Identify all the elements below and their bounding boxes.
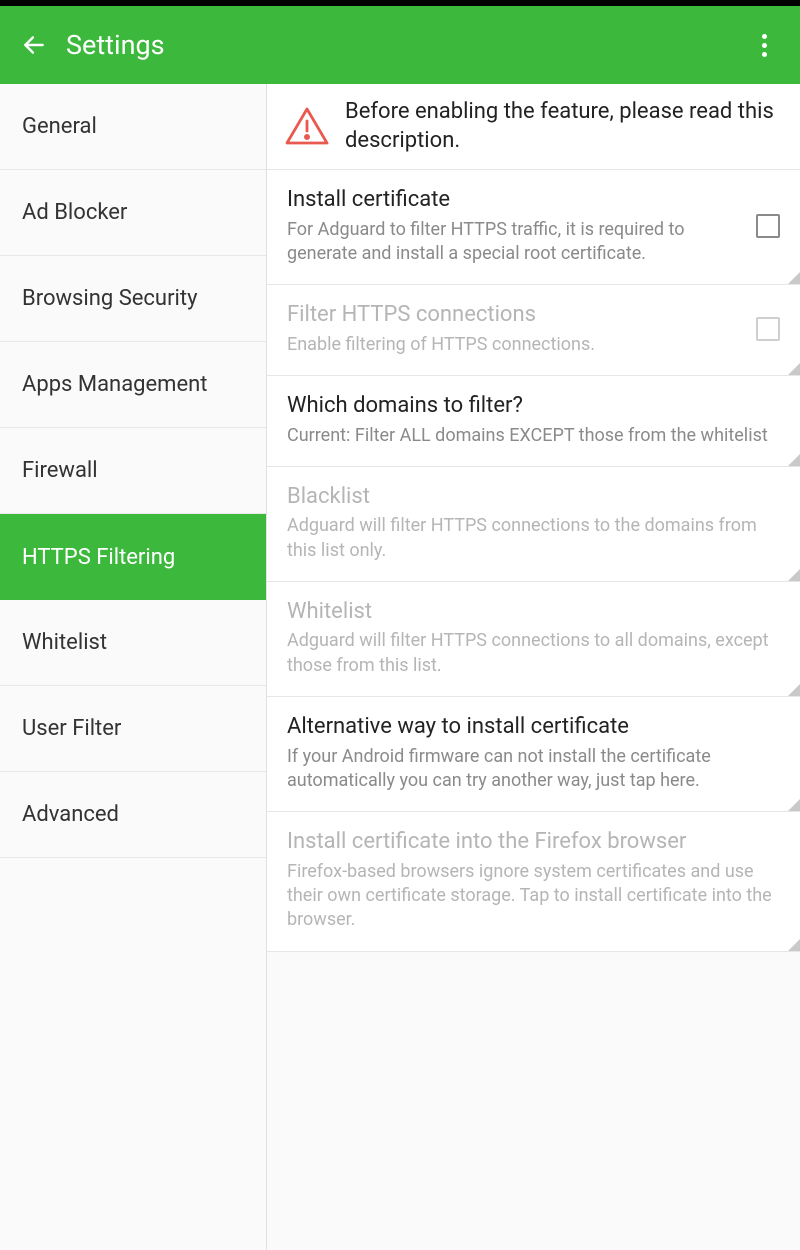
setting-filter-https-connections: Filter HTTPS connections Enable filterin…	[267, 285, 800, 376]
setting-title: Alternative way to install certificate	[287, 713, 780, 741]
app-header: Settings	[0, 6, 800, 84]
content-panel: Before enabling the feature, please read…	[267, 84, 800, 1250]
sidebar-item-label: Apps Management	[22, 372, 208, 397]
setting-title: Whitelist	[287, 598, 780, 626]
setting-title: Filter HTTPS connections	[287, 301, 742, 329]
sidebar-item-ad-blocker[interactable]: Ad Blocker	[0, 170, 266, 256]
setting-desc: Enable filtering of HTTPS connections.	[287, 333, 742, 357]
corner-indicator-icon	[788, 939, 800, 951]
setting-desc: Adguard will filter HTTPS connections to…	[287, 514, 780, 563]
sidebar-item-apps-management[interactable]: Apps Management	[0, 342, 266, 428]
corner-indicator-icon	[788, 684, 800, 696]
back-button[interactable]	[14, 25, 54, 65]
sidebar-item-label: HTTPS Filtering	[22, 545, 175, 570]
install-certificate-checkbox[interactable]	[756, 214, 780, 238]
setting-title: Install certificate into the Firefox bro…	[287, 828, 780, 856]
warning-banner[interactable]: Before enabling the feature, please read…	[267, 84, 800, 170]
corner-indicator-icon	[788, 569, 800, 581]
corner-indicator-icon	[788, 799, 800, 811]
sidebar: General Ad Blocker Browsing Security App…	[0, 84, 267, 1250]
sidebar-item-browsing-security[interactable]: Browsing Security	[0, 256, 266, 342]
sidebar-item-label: General	[22, 114, 97, 139]
sidebar-item-firewall[interactable]: Firewall	[0, 428, 266, 514]
corner-indicator-icon	[788, 363, 800, 375]
sidebar-item-label: Whitelist	[22, 630, 107, 655]
more-vert-icon	[762, 34, 767, 57]
arrow-left-icon	[21, 32, 47, 58]
setting-desc: Current: Filter ALL domains EXCEPT those…	[287, 424, 780, 448]
setting-desc: Firefox-based browsers ignore system cer…	[287, 860, 780, 933]
sidebar-item-whitelist[interactable]: Whitelist	[0, 600, 266, 686]
setting-title: Install certificate	[287, 186, 742, 214]
sidebar-item-advanced[interactable]: Advanced	[0, 772, 266, 858]
warning-triangle-icon	[283, 103, 331, 151]
corner-indicator-icon	[788, 272, 800, 284]
setting-whitelist: Whitelist Adguard will filter HTTPS conn…	[267, 582, 800, 697]
sidebar-item-general[interactable]: General	[0, 84, 266, 170]
sidebar-item-label: Firewall	[22, 458, 98, 483]
corner-indicator-icon	[788, 454, 800, 466]
setting-title: Blacklist	[287, 483, 780, 511]
setting-firefox-certificate: Install certificate into the Firefox bro…	[267, 812, 800, 951]
sidebar-item-label: Browsing Security	[22, 286, 197, 311]
filter-https-checkbox	[756, 317, 780, 341]
setting-alternative-install[interactable]: Alternative way to install certificate I…	[267, 697, 800, 812]
setting-desc: If your Android firmware can not install…	[287, 745, 780, 794]
page-title: Settings	[66, 29, 742, 61]
warning-text: Before enabling the feature, please read…	[345, 98, 780, 155]
sidebar-item-user-filter[interactable]: User Filter	[0, 686, 266, 772]
setting-title: Which domains to filter?	[287, 392, 780, 420]
setting-desc: Adguard will filter HTTPS connections to…	[287, 629, 780, 678]
sidebar-item-label: Ad Blocker	[22, 200, 127, 225]
overflow-menu-button[interactable]	[742, 23, 786, 67]
setting-blacklist: Blacklist Adguard will filter HTTPS conn…	[267, 467, 800, 582]
setting-desc: For Adguard to filter HTTPS traffic, it …	[287, 218, 742, 267]
setting-install-certificate[interactable]: Install certificate For Adguard to filte…	[267, 170, 800, 285]
sidebar-item-label: Advanced	[22, 802, 119, 827]
sidebar-item-label: User Filter	[22, 716, 121, 741]
sidebar-item-https-filtering[interactable]: HTTPS Filtering	[0, 514, 266, 600]
setting-which-domains[interactable]: Which domains to filter? Current: Filter…	[267, 376, 800, 467]
